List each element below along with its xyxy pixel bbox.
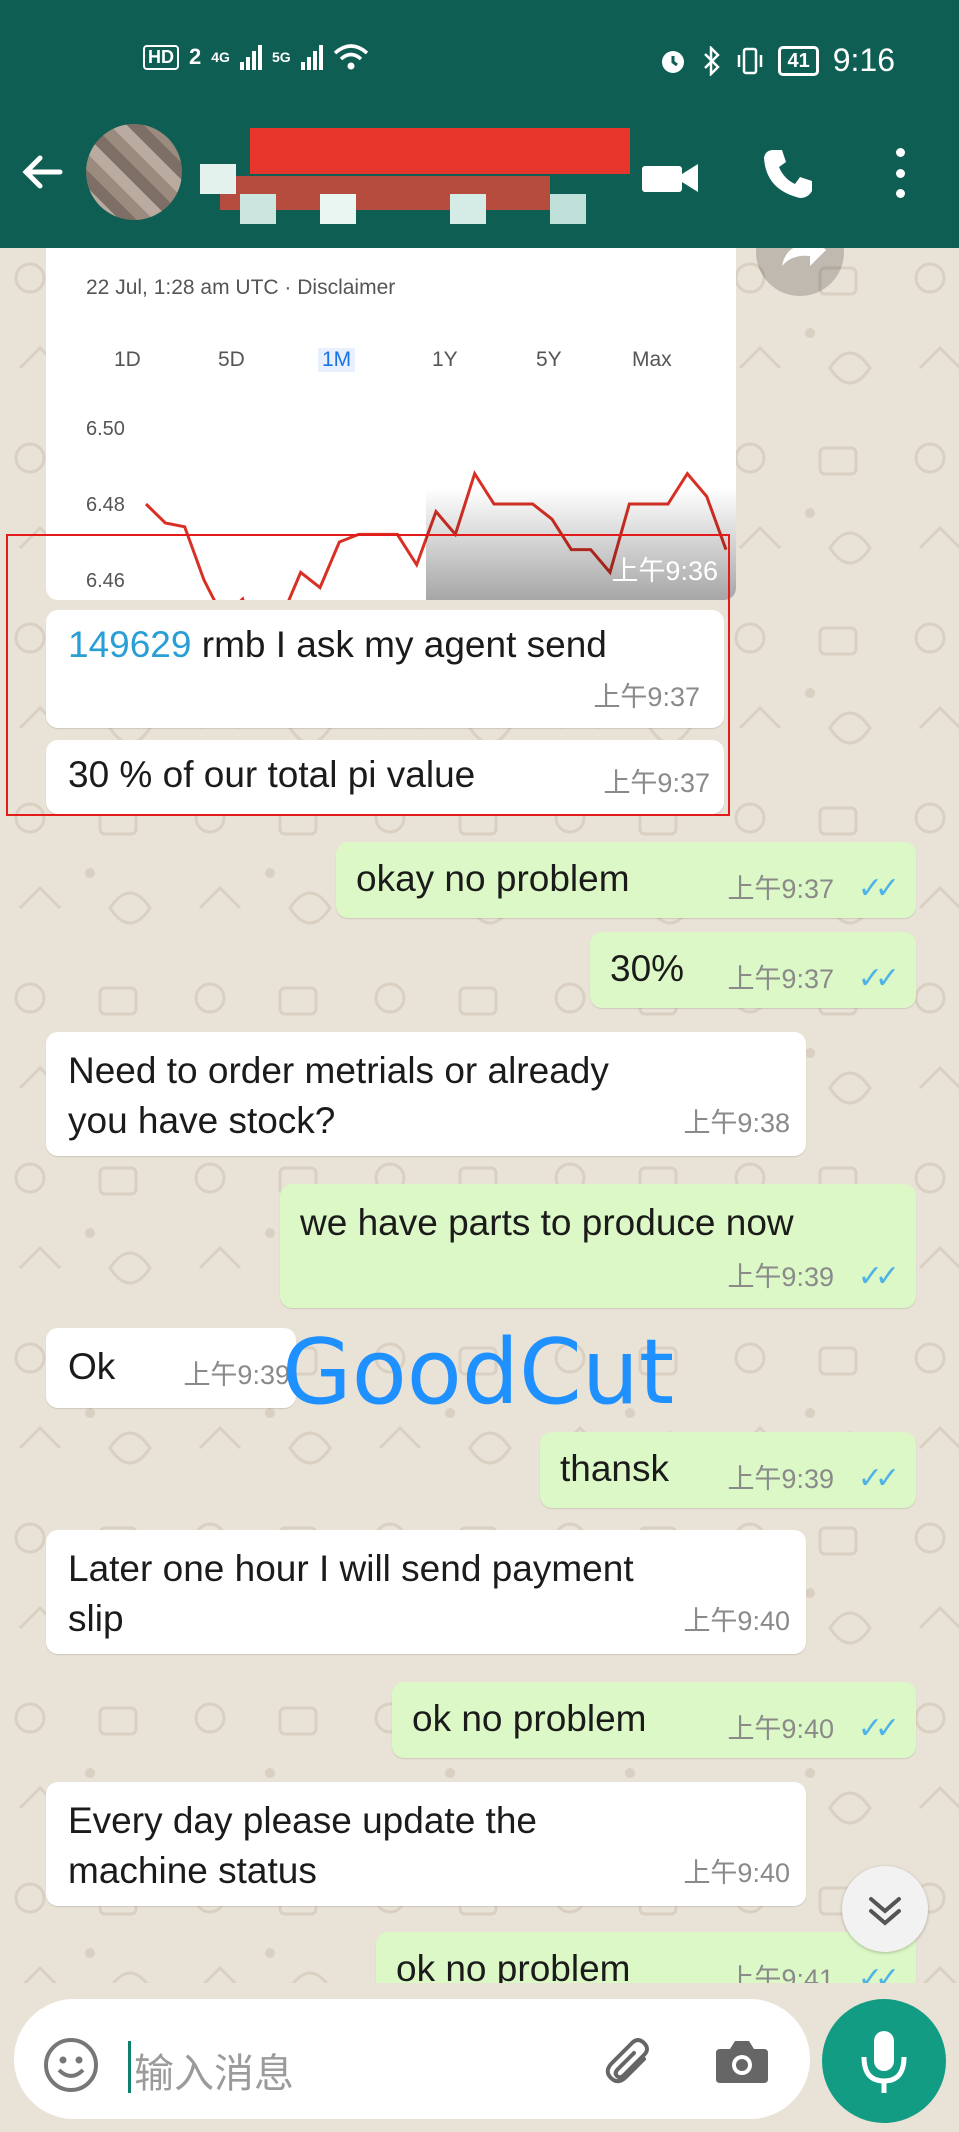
message-text: ok no problem [396,1948,631,1983]
alarm-icon [662,50,685,73]
message-time: 上午9:39 [183,1360,290,1390]
message-time: 上午9:37 [727,874,834,904]
battery-indicator: 41 [778,45,819,76]
message-input[interactable]: 输入消息 [14,1999,810,2119]
read-receipt-icon: ✓✓ [857,962,900,995]
read-receipt-icon: ✓✓ [857,1462,900,1495]
attachment-icon[interactable] [600,2033,660,2093]
forward-button[interactable] [756,248,844,296]
mic-button[interactable] [822,1999,946,2123]
message-text-line-2: you have stock? [68,1100,336,1141]
message-text: we have parts to produce now [300,1202,794,1243]
message-outgoing[interactable]: okay no problem 上午9:37 ✓✓ [336,842,916,918]
microphone-icon [861,2031,907,2093]
message-text: thansk [560,1448,670,1489]
text-cursor [128,2041,131,2093]
double-chevron-down-icon [869,1897,901,1926]
message-text-line-1: Later one hour I will send payment [68,1548,634,1589]
read-receipt-icon: ✓✓ [857,872,900,905]
message-time: 上午9:39 [727,1262,834,1292]
message-outgoing[interactable]: ok no problem 上午9:40 ✓✓ [392,1682,916,1758]
contact-avatar[interactable] [86,124,182,220]
status-left: HD 2 4G 5G [143,43,369,71]
sim-label: 2 [189,44,202,69]
status-time: 9:16 [832,42,895,78]
message-text: okay no problem [356,858,630,899]
y-tick-label: 6.48 [86,494,125,516]
chat-area[interactable]: 22 Jul, 1:28 am UTC · Disclaimer 1D 5D 1… [0,248,959,1983]
wifi-icon [333,44,368,70]
message-outgoing[interactable]: 30% 上午9:37 ✓✓ [590,932,916,1008]
message-time: 上午9:40 [727,1714,834,1744]
message-time: 上午9:39 [727,1464,834,1494]
read-receipt-icon: ✓✓ [857,1962,900,1983]
message-time: 上午9:40 [683,1606,790,1636]
message-text-line-2: machine status [68,1850,317,1891]
video-call-icon[interactable] [642,160,700,192]
network-1-label: 4G [211,49,230,65]
message-incoming[interactable]: Every day please update the machine stat… [46,1782,806,1906]
message-time: 上午9:38 [683,1108,790,1138]
message-outgoing[interactable]: we have parts to produce now 上午9:39 ✓✓ [280,1184,916,1308]
highlight-rectangle [6,534,730,816]
message-incoming[interactable]: Later one hour I will send payment slip … [46,1530,806,1654]
bluetooth-icon [704,45,721,76]
status-right: 41 9:16 [658,42,895,79]
vibrate-icon [738,47,763,74]
watermark-text: GoodCut [282,1320,675,1425]
message-time: 上午9:37 [727,964,834,994]
emoji-icon[interactable] [42,2036,100,2094]
message-incoming[interactable]: Ok 上午9:39 [46,1328,296,1408]
signal-1-icon [239,44,262,70]
message-text: ok no problem [412,1698,647,1739]
message-time: 上午9:41 [727,1964,834,1983]
more-options-icon[interactable] [888,148,912,198]
message-incoming[interactable]: Need to order metrials or already you ha… [46,1032,806,1156]
message-text-line-1: Need to order metrials or already [68,1050,609,1091]
input-placeholder: 输入消息 [134,2052,294,2096]
scroll-to-bottom-button[interactable] [842,1866,928,1952]
message-outgoing[interactable]: ok no problem 上午9:41 ✓✓ [376,1932,916,1983]
back-arrow-icon[interactable] [20,150,64,194]
hd-badge: HD [143,44,179,70]
forward-icon [782,248,826,266]
message-text-line-2: slip [68,1598,124,1639]
network-2-label: 5G [271,49,291,65]
read-receipt-icon: ✓✓ [857,1260,900,1293]
message-text: 30% [610,948,685,989]
message-time: 上午9:40 [683,1858,790,1888]
message-text: Ok [68,1346,116,1387]
message-composer: 输入消息 [0,1983,959,2132]
message-text-line-1: Every day please update the [68,1800,537,1841]
chat-header [0,100,959,248]
contact-name-redacted[interactable] [200,120,630,230]
signal-2-icon [300,44,323,70]
y-tick-label: 6.50 [86,418,125,440]
camera-icon[interactable] [714,2035,770,2087]
read-receipt-icon: ✓✓ [857,1712,900,1745]
voice-call-icon[interactable] [760,146,816,202]
status-bar: HD 2 4G 5G 41 9:16 [0,0,959,100]
message-outgoing[interactable]: thansk 上午9:39 ✓✓ [540,1432,916,1508]
